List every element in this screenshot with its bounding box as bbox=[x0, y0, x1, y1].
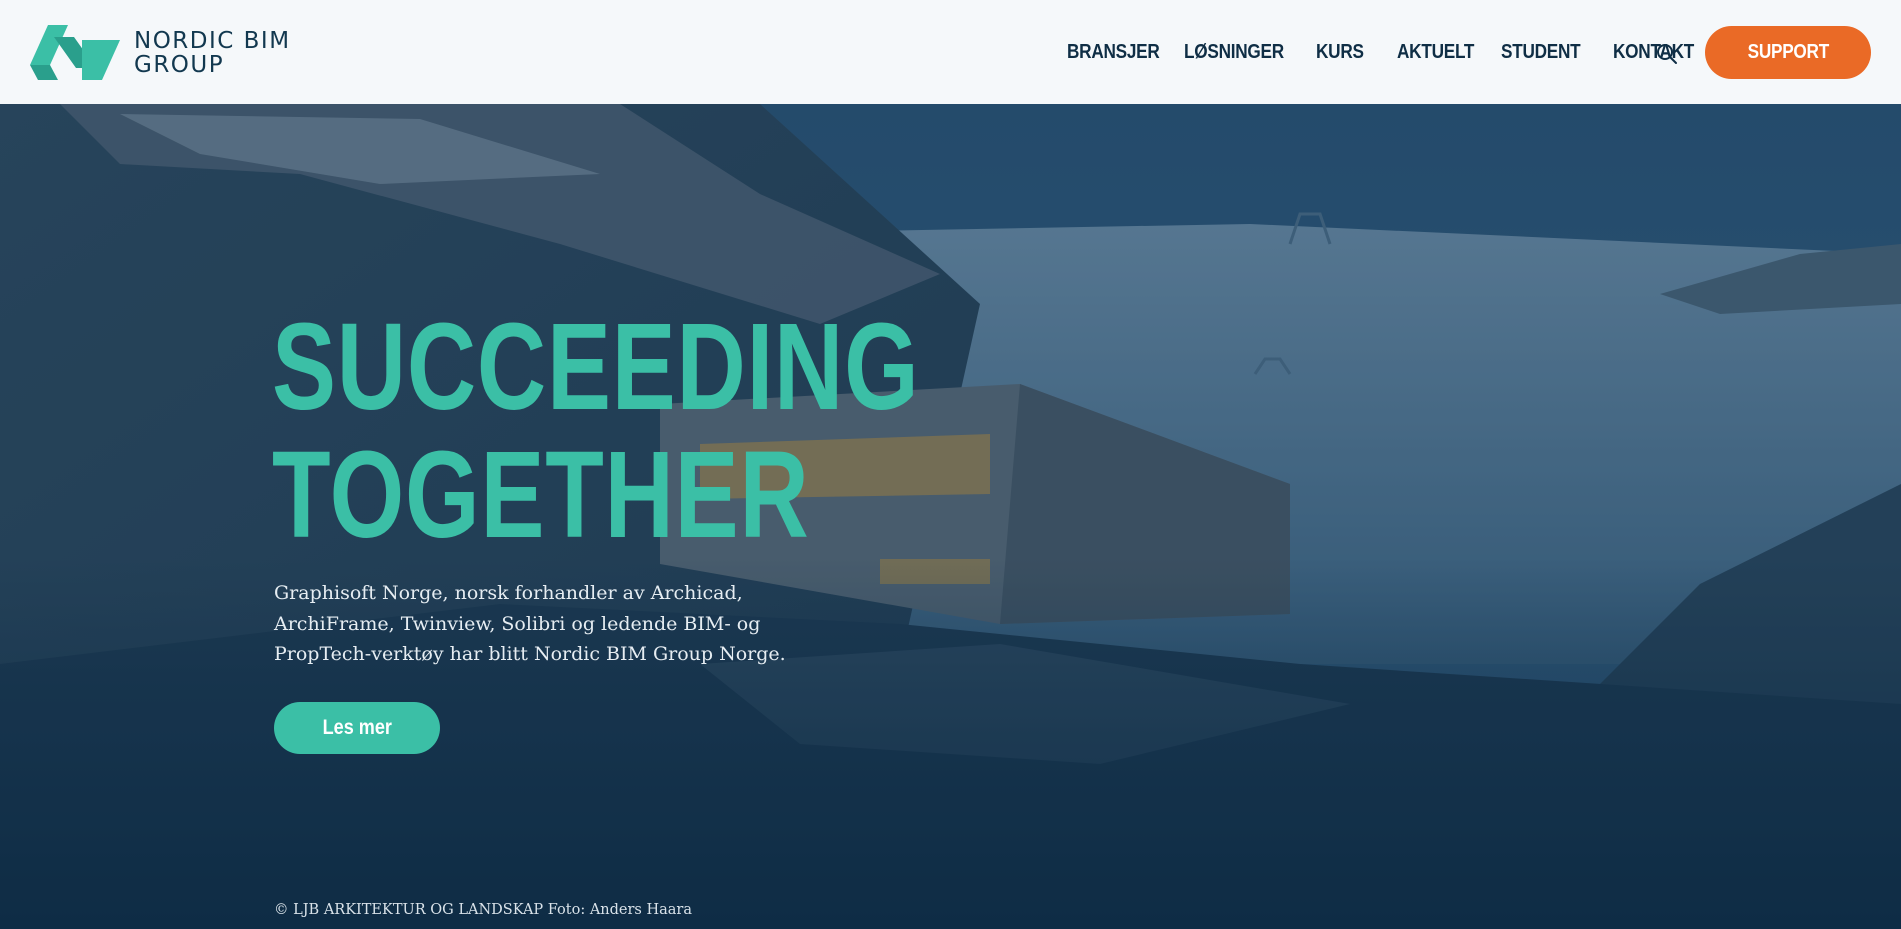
nav-item-bransjer[interactable]: BRANSJER bbox=[1067, 41, 1160, 64]
hero-headline-line1: SUCCEEDING bbox=[272, 299, 920, 436]
search-icon[interactable] bbox=[1655, 42, 1679, 66]
hero-headline-line2: TOGETHER bbox=[272, 427, 810, 564]
support-button[interactable]: SUPPORT bbox=[1705, 26, 1871, 79]
logo-text: NORDIC BIM GROUP bbox=[134, 29, 291, 77]
hero-headline: SUCCEEDING TOGETHER bbox=[272, 304, 919, 560]
nav-item-student[interactable]: STUDENT bbox=[1501, 41, 1581, 64]
logo-name-line1: NORDIC BIM bbox=[134, 27, 291, 54]
logo-name-line2: GROUP bbox=[134, 51, 225, 78]
read-more-button-label: Les mer bbox=[322, 716, 392, 739]
support-button-label: SUPPORT bbox=[1747, 41, 1829, 63]
nav-item-losninger[interactable]: LØSNINGER bbox=[1184, 41, 1284, 64]
site-header: NORDIC BIM GROUP BRANSJER LØSNINGER KURS… bbox=[0, 0, 1901, 104]
logo-mark-icon bbox=[30, 25, 120, 80]
read-more-button[interactable]: Les mer bbox=[274, 702, 440, 754]
photo-credit: © LJB ARKITEKTUR OG LANDSKAP Foto: Ander… bbox=[274, 902, 692, 918]
hero-intro-text: Graphisoft Norge, norsk forhandler av Ar… bbox=[274, 582, 786, 665]
main-nav: BRANSJER LØSNINGER KURS AKTUELT STUDENT … bbox=[1067, 0, 1724, 104]
logo[interactable]: NORDIC BIM GROUP bbox=[30, 25, 291, 80]
nav-item-kurs[interactable]: KURS bbox=[1316, 41, 1364, 64]
hero: SUCCEEDING TOGETHER Graphisoft Norge, no… bbox=[0, 104, 1901, 929]
nav-item-aktuelt[interactable]: AKTUELT bbox=[1397, 41, 1474, 64]
